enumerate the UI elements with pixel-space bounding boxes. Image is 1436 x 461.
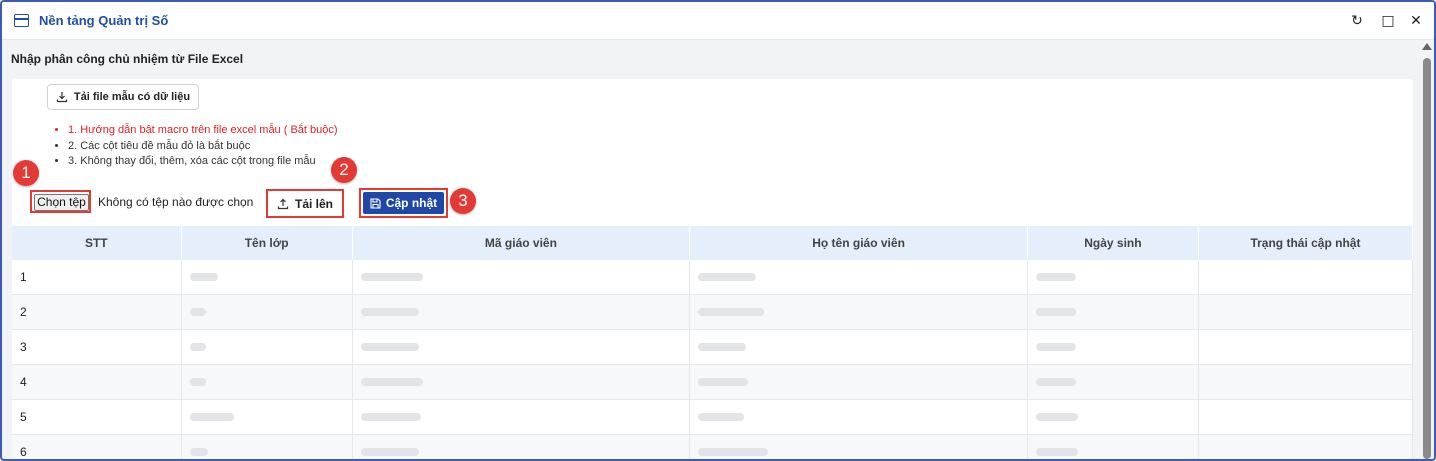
redacted-cell bbox=[181, 294, 353, 330]
redacted-cell bbox=[1027, 294, 1199, 330]
redacted-cell bbox=[1027, 364, 1199, 400]
table-row[interactable]: 5 bbox=[12, 399, 1414, 435]
update-label: Cập nhật bbox=[385, 196, 438, 210]
redacted-cell bbox=[181, 260, 353, 295]
upload-label: Tải lên bbox=[294, 196, 333, 211]
table-header-row: STT Tên lớp Mã giáo viên Họ tên giáo viê… bbox=[12, 226, 1414, 260]
upload-button[interactable]: Tải lên bbox=[266, 189, 344, 218]
step-marker-2: 2 bbox=[331, 157, 357, 183]
redacted-cell bbox=[1027, 434, 1199, 459]
table-row[interactable]: 1 bbox=[12, 260, 1414, 295]
status-cell bbox=[1198, 434, 1414, 459]
column-header-birth-date[interactable]: Ngày sinh bbox=[1027, 226, 1199, 260]
status-cell bbox=[1198, 329, 1414, 365]
row-stt: 1 bbox=[12, 260, 182, 295]
redacted-cell bbox=[689, 260, 1028, 295]
status-cell bbox=[1198, 399, 1414, 435]
page-title: Nhập phân công chủ nhiệm từ File Excel bbox=[11, 52, 244, 66]
update-button[interactable]: Cập nhật bbox=[363, 192, 444, 214]
status-cell bbox=[1198, 364, 1414, 400]
column-header-teacher-name[interactable]: Họ tên giáo viên bbox=[689, 226, 1028, 260]
redacted-cell bbox=[352, 434, 691, 459]
update-highlight: Cập nhật bbox=[359, 188, 448, 218]
row-stt: 6 bbox=[12, 434, 182, 459]
column-header-teacher-id[interactable]: Mã giáo viên bbox=[352, 226, 691, 260]
redacted-cell bbox=[181, 364, 353, 400]
title-bar: Nền tảng Quản trị Số ↻ □ ✕ bbox=[2, 2, 1434, 40]
window-title: Nền tảng Quản trị Số bbox=[39, 13, 169, 28]
refresh-icon[interactable]: ↻ bbox=[1348, 12, 1366, 30]
table-row[interactable]: 2 bbox=[12, 294, 1414, 330]
row-stt: 3 bbox=[12, 329, 182, 365]
redacted-cell bbox=[689, 294, 1028, 330]
scrollbar-thumb[interactable] bbox=[1423, 58, 1431, 459]
redacted-cell bbox=[181, 399, 353, 435]
no-file-text: Không có tệp nào được chọn bbox=[98, 195, 254, 209]
step-marker-1: 1 bbox=[13, 160, 39, 186]
import-panel: Tải file mẫu có dữ liệu 1. Hướng dẫn bật… bbox=[12, 79, 1414, 459]
instruction-item[interactable]: 1. Hướng dẫn bật macro trên file excel m… bbox=[68, 123, 338, 139]
choose-file-highlight: Chọn tệp bbox=[30, 190, 91, 213]
maximize-icon[interactable]: □ bbox=[1379, 12, 1397, 30]
download-icon bbox=[56, 92, 68, 103]
column-header-class[interactable]: Tên lớp bbox=[181, 226, 353, 260]
redacted-cell bbox=[352, 294, 691, 330]
instructions-list: 1. Hướng dẫn bật macro trên file excel m… bbox=[52, 123, 338, 170]
redacted-cell bbox=[181, 434, 353, 459]
redacted-cell bbox=[352, 364, 691, 400]
download-template-label: Tải file mẫu có dữ liệu bbox=[73, 91, 191, 103]
table-row[interactable]: 6 bbox=[12, 434, 1414, 459]
instruction-item: 2. Các cột tiêu đề mẫu đỏ là bắt buộc bbox=[68, 139, 338, 155]
redacted-cell bbox=[689, 434, 1028, 459]
redacted-cell bbox=[689, 364, 1028, 400]
row-stt: 5 bbox=[12, 399, 182, 435]
redacted-cell bbox=[352, 260, 691, 295]
table-row[interactable]: 3 bbox=[12, 329, 1414, 365]
choose-file-button[interactable]: Chọn tệp bbox=[34, 194, 89, 211]
app-window: Nền tảng Quản trị Số ↻ □ ✕ Nhập phân côn… bbox=[0, 0, 1436, 461]
step-marker-3: 3 bbox=[450, 188, 476, 214]
redacted-cell bbox=[689, 329, 1028, 365]
scroll-up-arrow-icon[interactable] bbox=[1422, 43, 1432, 50]
assignment-table: STT Tên lớp Mã giáo viên Họ tên giáo viê… bbox=[12, 226, 1414, 459]
download-template-button[interactable]: Tải file mẫu có dữ liệu bbox=[47, 84, 199, 110]
status-cell bbox=[1198, 260, 1414, 295]
table-row[interactable]: 4 bbox=[12, 364, 1414, 400]
redacted-cell bbox=[352, 329, 691, 365]
column-header-update-status[interactable]: Trạng thái cập nhật bbox=[1198, 226, 1414, 260]
vertical-scrollbar[interactable] bbox=[1420, 40, 1434, 459]
redacted-cell bbox=[352, 399, 691, 435]
redacted-cell bbox=[1027, 260, 1199, 295]
status-cell bbox=[1198, 294, 1414, 330]
upload-icon bbox=[277, 198, 289, 209]
row-stt: 4 bbox=[12, 364, 182, 400]
save-icon bbox=[370, 197, 381, 209]
close-icon[interactable]: ✕ bbox=[1407, 12, 1425, 30]
column-header-stt[interactable]: STT bbox=[12, 226, 182, 260]
window-icon bbox=[14, 14, 29, 27]
redacted-cell bbox=[1027, 329, 1199, 365]
instruction-item: 3. Không thay đổi, thêm, xóa các cột tro… bbox=[68, 154, 338, 170]
redacted-cell bbox=[1027, 399, 1199, 435]
row-stt: 2 bbox=[12, 294, 182, 330]
redacted-cell bbox=[689, 399, 1028, 435]
redacted-cell bbox=[181, 329, 353, 365]
